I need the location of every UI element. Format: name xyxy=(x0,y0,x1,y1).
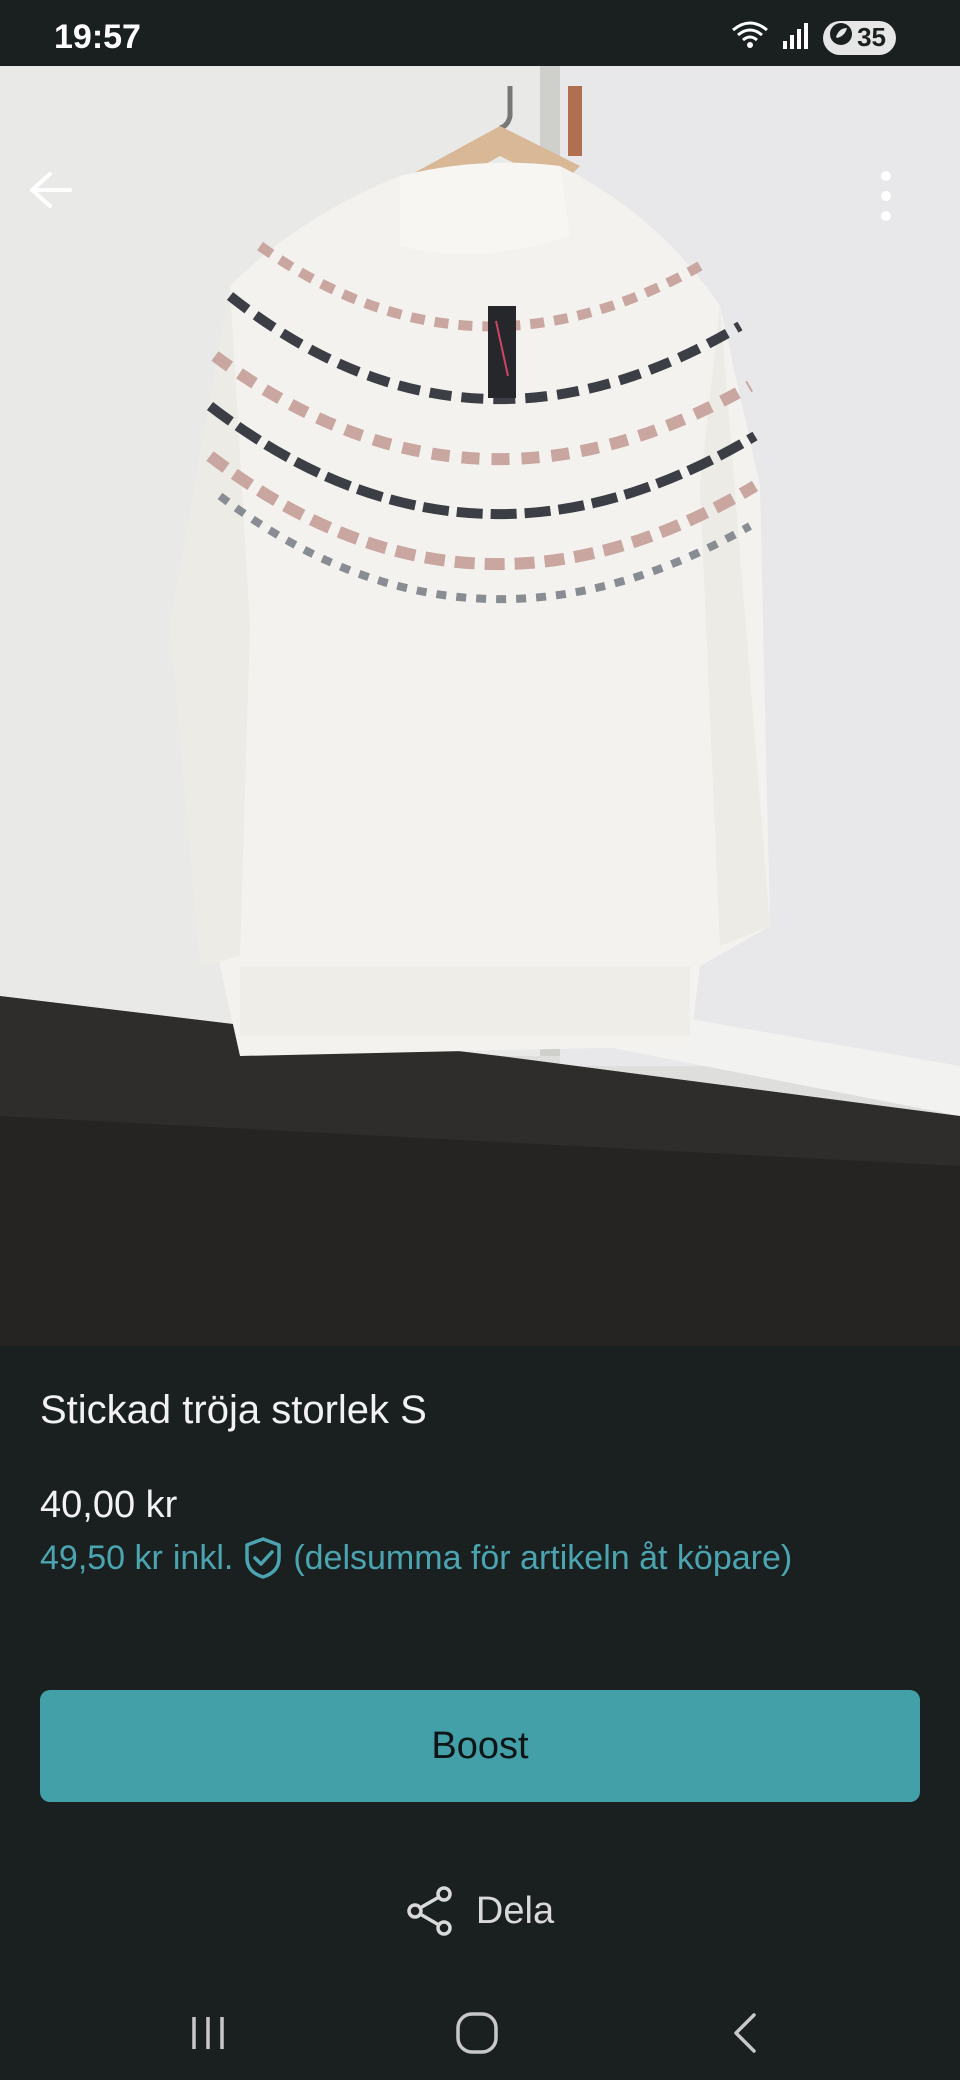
back-button[interactable] xyxy=(28,170,84,226)
recent-apps-button[interactable] xyxy=(163,1998,253,2068)
item-price: 40,00 kr xyxy=(40,1484,178,1526)
share-icon xyxy=(407,1886,452,1936)
share-button[interactable]: Dela xyxy=(0,1886,960,1936)
price-incl: 49,50 kr xyxy=(40,1538,163,1577)
incl-suffix: (delsumma för artikeln åt köpare) xyxy=(293,1538,793,1577)
battery-level: 35 xyxy=(857,22,886,52)
status-time: 19:57 xyxy=(54,18,141,56)
system-back-button[interactable] xyxy=(700,1998,790,2068)
product-photo xyxy=(0,66,960,1346)
status-bar: 19:57 35 xyxy=(0,0,960,66)
shield-check-icon xyxy=(243,1536,283,1580)
wifi-icon xyxy=(731,20,769,55)
more-vertical-icon xyxy=(881,171,891,221)
home-icon xyxy=(456,2012,498,2054)
system-navigation-bar xyxy=(0,1990,960,2080)
back-icon xyxy=(734,2013,756,2053)
home-button[interactable] xyxy=(432,1998,522,2068)
buyer-price-info[interactable]: 49,50 kr inkl. (delsumma för artikeln åt… xyxy=(40,1536,792,1580)
boost-button[interactable]: Boost xyxy=(40,1690,920,1802)
product-photo-gallery[interactable] xyxy=(0,66,960,1346)
item-detail-screen: 19:57 35 Stickad tröja storlek S 40,00 k… xyxy=(0,0,960,2080)
incl-label: inkl. xyxy=(172,1538,234,1577)
more-options-button[interactable] xyxy=(880,170,936,230)
status-icons: 35 xyxy=(731,20,896,55)
item-title: Stickad tröja storlek S xyxy=(40,1388,427,1432)
arrow-left-icon xyxy=(30,172,72,208)
recent-apps-icon xyxy=(192,2017,224,2049)
battery-saver-icon xyxy=(829,22,853,53)
battery-indicator: 35 xyxy=(823,20,896,55)
share-label: Dela xyxy=(475,1889,555,1932)
signal-icon xyxy=(781,21,811,54)
